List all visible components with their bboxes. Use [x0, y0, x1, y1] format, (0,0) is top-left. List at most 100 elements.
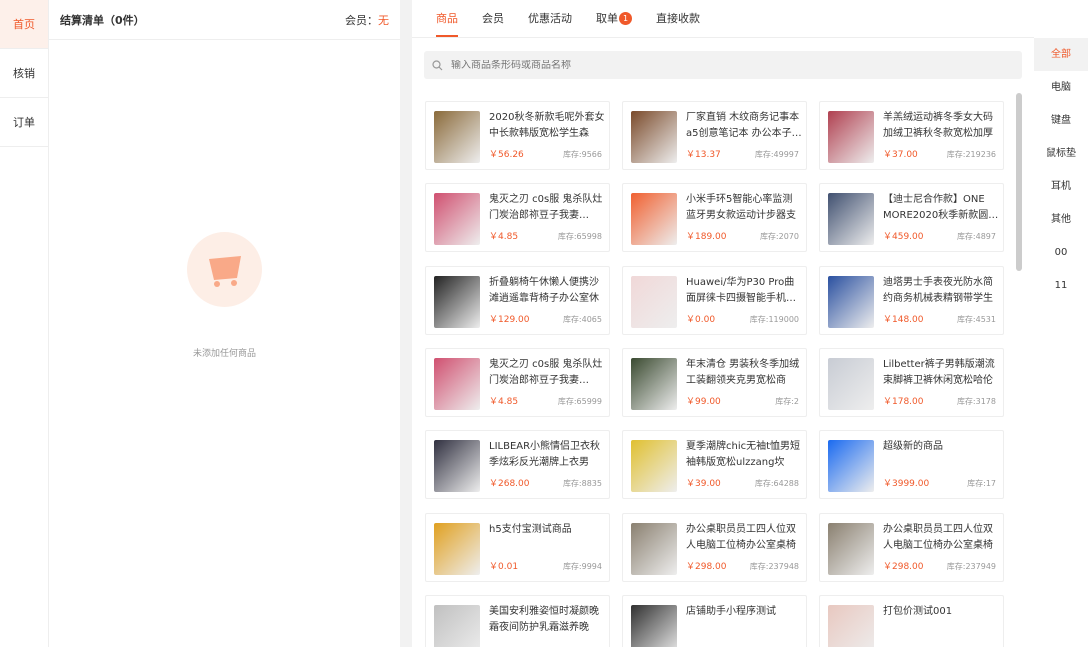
tab-label: 优惠活动	[528, 12, 572, 25]
scrollbar[interactable]	[1016, 93, 1022, 271]
product-card[interactable]: 办公桌职员员工四人位双人电脑工位椅办公室桌椅组… ￥298.00 库存:2379…	[819, 512, 1004, 582]
product-card[interactable]: 迪塔男士手表夜光防水简约商务机械表精钢带学生手… ￥148.00 库存:4531	[819, 265, 1004, 335]
category-item[interactable]: 11	[1034, 269, 1088, 302]
product-name: 鬼灭之刃 c0s服 鬼杀队灶门炭治郎祢豆子我妻…	[489, 358, 603, 386]
product-price: ￥39.00	[686, 479, 721, 490]
product-card[interactable]: 小米手环5智能心率监测蓝牙男女款运动计步器支付… ￥189.00 库存:2070	[622, 183, 807, 253]
tab-pickup[interactable]: 取单 1	[584, 0, 644, 37]
product-name: LILBEAR小熊情侣卫衣秋季炫彩反光潮牌上衣男潮…	[489, 441, 601, 469]
product-image	[631, 604, 677, 647]
product-image	[828, 357, 874, 410]
product-stock: 库存:8835	[562, 479, 602, 489]
product-price: ￥298.00	[686, 561, 727, 572]
empty-cart-text: 未添加任何商品	[192, 349, 256, 359]
pickup-badge: 1	[619, 12, 632, 25]
product-price: ￥0.01	[489, 561, 519, 572]
category-item[interactable]: 其他	[1034, 203, 1088, 236]
category-item[interactable]: 鼠标垫	[1034, 137, 1088, 170]
product-stock: 库存:2	[775, 396, 799, 406]
product-price: ￥189.00	[686, 232, 727, 243]
product-name: Huawei/华为P30 Pro曲面屏徕卡四摄智能手机…	[686, 276, 796, 304]
category-item[interactable]: 全部	[1034, 38, 1088, 71]
product-card[interactable]: 【迪士尼合作款】ONE MORE2020秋季新款圆… ￥459.00 库存:48…	[819, 183, 1004, 253]
product-card[interactable]: 办公桌职员员工四人位双人电脑工位椅办公室桌椅组… ￥298.00 库存:2379…	[622, 512, 807, 582]
product-name: 打包价测试001	[883, 605, 953, 617]
product-name: 羊羔绒运动裤冬季女大码加绒卫裤秋冬款宽松加厚显…	[883, 112, 993, 139]
product-stock: 库存:49997	[754, 150, 799, 159]
product-image	[631, 111, 677, 163]
product-name: h5支付宝测试商品	[489, 523, 572, 535]
category-item[interactable]: 00	[1034, 236, 1088, 269]
product-card[interactable]: 鬼灭之刃 c0s服 鬼杀队灶门炭治郎祢豆子我妻… ￥4.85 库存:65999	[425, 347, 610, 417]
product-stock: 库存:3178	[956, 396, 996, 406]
product-price: ￥148.00	[883, 314, 924, 325]
tab-label: 取单	[596, 12, 618, 25]
product-price: ￥268.00	[489, 479, 530, 490]
tab-products[interactable]: 商品	[424, 0, 470, 37]
product-card[interactable]: 鬼灭之刃 c0s服 鬼杀队灶门炭治郎祢豆子我妻… ￥4.85 库存:65998	[425, 183, 610, 253]
product-price: ￥0.00	[686, 314, 716, 325]
product-image	[434, 275, 480, 328]
product-image	[828, 111, 874, 163]
cart-title: 结算清单（0件）	[60, 13, 145, 27]
product-name: 办公桌职员员工四人位双人电脑工位椅办公室桌椅组…	[686, 523, 796, 551]
product-price: ￥37.00	[883, 150, 918, 160]
cart-panel: 结算清单（0件） 会员：无 未添加任何商品	[49, 0, 400, 647]
product-stock: 库存:119000	[749, 314, 799, 324]
member-label: 会员：	[345, 13, 378, 27]
product-price: ￥99.00	[686, 396, 721, 407]
member-selector[interactable]: 会员：无	[345, 12, 389, 28]
product-stock: 库存:237949	[946, 561, 996, 571]
product-image	[631, 357, 677, 410]
product-stock: 库存:237948	[749, 561, 799, 571]
main-nav: 首页 核销 订单	[0, 0, 49, 647]
product-card[interactable]: 打包价测试001	[819, 594, 1004, 647]
product-price: ￥459.00	[883, 232, 924, 243]
product-image	[631, 522, 677, 575]
product-image	[631, 440, 677, 493]
product-card[interactable]: 折叠躺椅午休懒人便携沙滩逍遥靠背椅子办公室休闲… ￥129.00 库存:4065	[425, 265, 610, 335]
product-card[interactable]: 超级新的商品 ￥3999.00 库存:17	[819, 430, 1004, 500]
product-name: 鬼灭之刃 c0s服 鬼杀队灶门炭治郎祢豆子我妻…	[489, 194, 603, 222]
product-grid: 2020秋冬新款毛呢外套女中长款韩版宽松学生森系… ￥56.26 库存:9566…	[425, 101, 1010, 647]
product-card[interactable]: Lilbetter裤子男韩版潮流束脚裤卫裤休闲宽松哈伦长… ￥178.00 库存…	[819, 347, 1004, 417]
tab-promotions[interactable]: 优惠活动	[516, 0, 584, 37]
tab-label: 商品	[436, 12, 458, 25]
product-name: 【迪士尼合作款】ONE MORE2020秋季新款圆…	[883, 194, 999, 222]
product-price: ￥129.00	[489, 314, 530, 325]
product-stock: 库存:64288	[754, 479, 799, 489]
product-stock: 库存:4531	[956, 314, 996, 324]
product-image	[434, 604, 480, 647]
nav-orders[interactable]: 订单	[0, 98, 48, 147]
tab-label: 会员	[482, 12, 504, 25]
tab-direct-payment[interactable]: 直接收款	[644, 0, 712, 37]
product-card[interactable]: 羊羔绒运动裤冬季女大码加绒卫裤秋冬款宽松加厚显… ￥37.00 库存:21923…	[819, 101, 1004, 170]
product-price: ￥298.00	[883, 561, 924, 572]
category-item[interactable]: 耳机	[1034, 170, 1088, 203]
product-card[interactable]: 2020秋冬新款毛呢外套女中长款韩版宽松学生森系… ￥56.26 库存:9566	[425, 101, 610, 170]
product-card[interactable]: 美国安利雅姿恒时凝颜晚霜夜间防护乳霜滋养晚霜…	[425, 594, 610, 647]
product-card[interactable]: h5支付宝测试商品 ￥0.01 库存:9994	[425, 512, 610, 582]
product-name: 店铺助手小程序测试	[686, 605, 776, 617]
product-name: 办公桌职员员工四人位双人电脑工位椅办公室桌椅组…	[883, 523, 993, 551]
product-name: 折叠躺椅午休懒人便携沙滩逍遥靠背椅子办公室休闲…	[489, 276, 599, 304]
product-card[interactable]: LILBEAR小熊情侣卫衣秋季炫彩反光潮牌上衣男潮… ￥268.00 库存:88…	[425, 430, 610, 500]
product-price: ￥3999.00	[883, 479, 930, 490]
product-name: 迪塔男士手表夜光防水简约商务机械表精钢带学生手…	[883, 276, 993, 304]
category-item[interactable]: 键盘	[1034, 104, 1088, 137]
product-stock: 库存:17	[967, 479, 996, 489]
nav-verify[interactable]: 核销	[0, 49, 48, 98]
product-image	[631, 275, 677, 328]
product-card[interactable]: 年末清仓 男装秋冬季加绒工装翻领夹克男宽松商务… ￥99.00 库存:2	[622, 347, 807, 417]
search-input[interactable]	[451, 59, 951, 71]
product-stock: 库存:9566	[562, 150, 602, 159]
product-name: Lilbetter裤子男韩版潮流束脚裤卫裤休闲宽松哈伦长…	[883, 358, 995, 386]
product-card[interactable]: Huawei/华为P30 Pro曲面屏徕卡四摄智能手机… ￥0.00 库存:11…	[622, 265, 807, 335]
category-item[interactable]: 电脑	[1034, 71, 1088, 104]
nav-home[interactable]: 首页	[0, 0, 48, 49]
product-card[interactable]: 夏季潮牌chic无袖t恤男短袖韩版宽松ulzzang坎肩… ￥39.00 库存:…	[622, 430, 807, 500]
product-card[interactable]: 厂家直销 木纹商务记事本a5创意笔记本 办公本子… ￥13.37 库存:4999…	[622, 101, 807, 170]
product-card[interactable]: 店铺助手小程序测试	[622, 594, 807, 647]
product-name: 美国安利雅姿恒时凝颜晚霜夜间防护乳霜滋养晚霜…	[489, 605, 599, 633]
tab-members[interactable]: 会员	[470, 0, 516, 37]
